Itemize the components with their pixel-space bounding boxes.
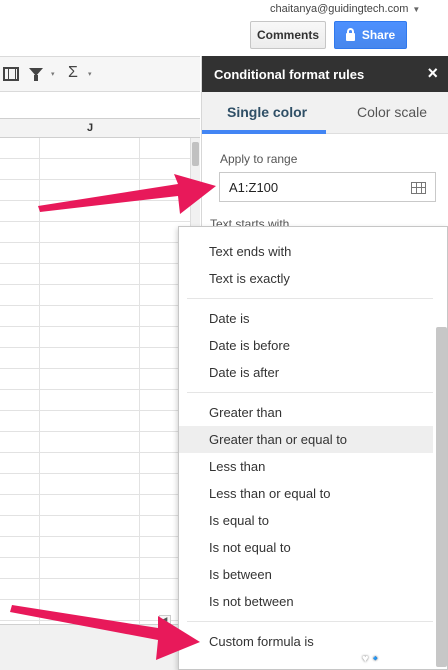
comments-button-label: Comments — [256, 28, 319, 42]
panel-tabs: Single color Color scale — [202, 92, 448, 134]
watermark: ♥​🔹 — [362, 653, 383, 665]
range-grid-icon[interactable] — [411, 182, 426, 194]
menu-item-partial: Text starts with — [210, 218, 290, 226]
select-all-icon[interactable] — [3, 67, 19, 81]
column-header-j[interactable]: J — [40, 122, 140, 134]
panel-title: Conditional format rules — [214, 66, 365, 82]
close-icon[interactable]: × — [427, 63, 438, 84]
apply-to-range-label: Apply to range — [220, 152, 298, 166]
range-input[interactable]: A1:Z100 — [219, 172, 436, 202]
menu-item-less-than[interactable]: Less than — [179, 453, 433, 480]
functions-dropdown-icon[interactable]: ▾ — [88, 70, 92, 78]
condition-dropdown-menu: Text ends with Text is exactly Date is D… — [178, 226, 448, 670]
menu-item-greater-than-or-equal[interactable]: Greater than or equal to — [179, 426, 433, 453]
share-button-label: Share — [361, 28, 396, 42]
lock-icon — [345, 28, 355, 41]
filter-icon[interactable] — [29, 68, 43, 81]
comments-button[interactable]: Comments — [250, 21, 326, 49]
menu-item-date-is-after[interactable]: Date is after — [179, 359, 433, 386]
menu-item-custom-formula[interactable]: Custom formula is — [179, 628, 433, 655]
menu-item-is-not-between[interactable]: Is not between — [179, 588, 433, 615]
account-email: chaitanya@guidingtech.com — [270, 3, 409, 15]
sheet-scroll-thumb[interactable] — [192, 142, 199, 166]
top-bar: chaitanya@guidingtech.com ▼ Comments Shar… — [0, 0, 448, 56]
conditional-format-panel: Conditional format rules × Single color … — [201, 56, 448, 226]
range-value: A1:Z100 — [229, 180, 279, 195]
spreadsheet-grid[interactable]: J — [0, 92, 200, 624]
account-switcher[interactable]: chaitanya@guidingtech.com ▼ — [270, 3, 420, 15]
sheet-toolbar: ▾ Σ ▾ — [0, 56, 200, 92]
share-button[interactable]: Share — [334, 21, 407, 49]
menu-item-is-between[interactable]: Is between — [179, 561, 433, 588]
chevron-down-icon: ▼ — [412, 5, 421, 14]
column-header-row: J — [0, 118, 200, 138]
menu-item-text-ends-with[interactable]: Text ends with — [179, 238, 433, 265]
cell-grid[interactable] — [0, 138, 200, 624]
menu-divider — [187, 392, 433, 393]
tab-single-color[interactable]: Single color — [227, 104, 307, 120]
menu-divider — [187, 621, 433, 622]
menu-item-greater-than[interactable]: Greater than — [179, 399, 433, 426]
menu-item-date-is-before[interactable]: Date is before — [179, 332, 433, 359]
menu-divider — [187, 298, 433, 299]
sigma-icon[interactable]: Σ — [68, 64, 78, 82]
menu-item-date-is[interactable]: Date is — [179, 305, 433, 332]
tab-color-scale[interactable]: Color scale — [357, 104, 427, 120]
menu-item-is-equal-to[interactable]: Is equal to — [179, 507, 433, 534]
menu-item-is-not-equal-to[interactable]: Is not equal to — [179, 534, 433, 561]
menu-item-less-than-or-equal[interactable]: Less than or equal to — [179, 480, 433, 507]
panel-header: Conditional format rules × — [202, 56, 448, 92]
menu-scrollbar[interactable] — [436, 327, 447, 667]
active-tab-indicator — [202, 130, 326, 134]
menu-item-text-is-exactly[interactable]: Text is exactly — [179, 265, 433, 292]
filter-dropdown-icon[interactable]: ▾ — [51, 70, 55, 78]
